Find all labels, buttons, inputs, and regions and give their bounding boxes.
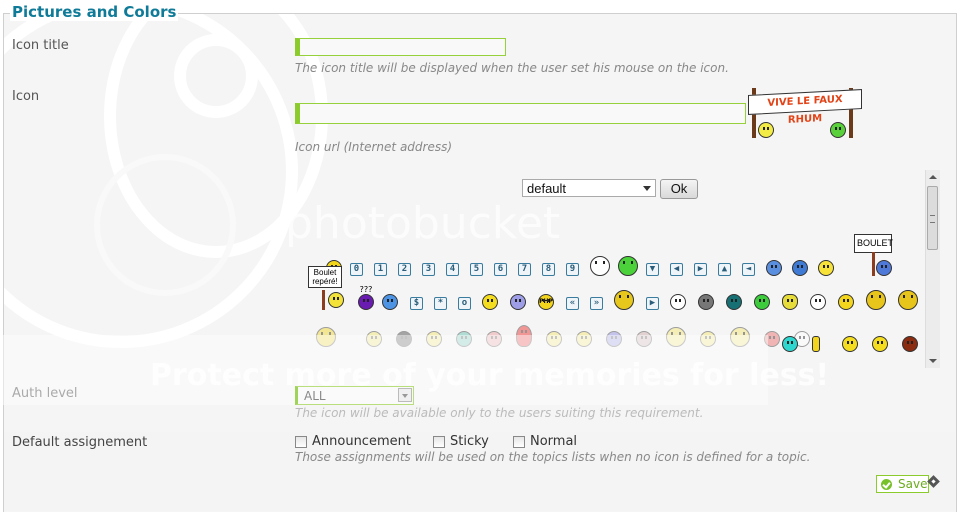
- auth-level-value: ALL: [304, 389, 326, 403]
- chevron-down-icon: [643, 186, 651, 191]
- icon-title-hint: The icon title will be displayed when th…: [295, 61, 729, 75]
- cool-smiley-icon[interactable]: [382, 294, 398, 310]
- pill-smiley-icon[interactable]: [812, 336, 820, 352]
- check-circle-icon: [881, 478, 892, 490]
- teal-smiley-icon[interactable]: [726, 294, 742, 310]
- grin-green-smiley-icon[interactable]: [754, 294, 770, 310]
- chevron-down-icon: [398, 388, 412, 402]
- forward-square-icon[interactable]: »: [590, 297, 603, 310]
- album-select-value: default: [527, 181, 567, 196]
- play-square-icon[interactable]: ▶: [646, 297, 659, 310]
- ok-button[interactable]: Ok: [660, 179, 698, 199]
- smiley-icon: [830, 122, 846, 138]
- background-swirl: [174, 34, 258, 118]
- boulet-sign: BOULET: [854, 234, 893, 253]
- neutral-smiley-icon[interactable]: [842, 336, 858, 352]
- assignment-hint: Those assignments will be used on the to…: [295, 450, 811, 464]
- announcement-checkbox[interactable]: [295, 436, 307, 448]
- icon-preview-image: VIVE LE FAUX RHUM: [746, 86, 866, 142]
- circle-square-icon[interactable]: o: [458, 297, 471, 310]
- shades-smiley-icon[interactable]: [872, 336, 888, 352]
- normal-checkbox[interactable]: [513, 436, 525, 448]
- confused-smiley-icon[interactable]: ???: [358, 286, 374, 310]
- icon-title-input[interactable]: [295, 38, 506, 56]
- save-label: Save: [898, 477, 928, 491]
- sign-line-1: Boulet: [313, 268, 337, 277]
- icon-title-label: Icon title: [12, 38, 69, 53]
- bunny-smiley-icon[interactable]: [810, 294, 826, 310]
- arrow-left-smiley-icon[interactable]: [898, 290, 918, 310]
- save-button[interactable]: Save: [876, 475, 929, 493]
- eyes-smiley-icon[interactable]: [670, 294, 686, 310]
- brown-smiley-icon[interactable]: [902, 336, 918, 352]
- sign-line-2: repéré!: [312, 277, 338, 286]
- picker-scrollbar[interactable]: [925, 170, 940, 368]
- boulet-repere-sign: Boulet repéré!: [308, 266, 342, 288]
- grin-grey-smiley-icon[interactable]: [698, 294, 714, 310]
- smiley-row-2: Boulet repéré! ??? $ * o PHP « » ▶: [308, 266, 926, 310]
- album-select[interactable]: default: [522, 179, 656, 197]
- icon-label: Icon: [12, 89, 40, 104]
- normal-label: Normal: [530, 434, 578, 449]
- grip-icon: [930, 215, 935, 223]
- scroll-thumb[interactable]: [927, 186, 938, 250]
- auth-level-select[interactable]: ALL: [295, 386, 414, 405]
- auth-level-label: Auth level: [12, 386, 78, 401]
- icon-url-input[interactable]: [295, 103, 746, 124]
- sticky-checkbox[interactable]: [433, 436, 445, 448]
- arrow-right-smiley-icon[interactable]: [838, 294, 854, 310]
- rewind-square-icon[interactable]: «: [566, 297, 579, 310]
- smiley-row-3-right: [782, 336, 926, 352]
- bubbles-smiley-icon[interactable]: [482, 294, 498, 310]
- banner-text: VIVE LE FAUX RHUM: [748, 89, 862, 126]
- arrow-down-smiley-icon[interactable]: [866, 290, 886, 310]
- watermark-text: Protect more of your memories for less!: [150, 358, 830, 393]
- php-smiley-icon[interactable]: PHP: [538, 294, 554, 310]
- icon-url-hint: Icon url (Internet address): [295, 140, 453, 154]
- background-swirl: [94, 154, 236, 296]
- smiley-icon: [758, 122, 774, 138]
- announcement-label: Announcement: [312, 434, 411, 449]
- auth-level-hint: The icon will be available only to the u…: [295, 406, 704, 420]
- section-title: Pictures and Colors: [10, 3, 179, 21]
- dollar-square-icon[interactable]: $: [410, 297, 423, 310]
- scroll-up-icon[interactable]: [929, 175, 937, 179]
- smiley-icon: [358, 294, 374, 310]
- question-marks: ???: [359, 285, 373, 294]
- star-square-icon[interactable]: *: [434, 297, 447, 310]
- bandit-smiley-icon[interactable]: [614, 290, 634, 310]
- boulet-repere-smiley-icon[interactable]: Boulet repéré!: [308, 266, 348, 310]
- default-assignment-label: Default assignement: [12, 435, 148, 450]
- heart-smiley-icon[interactable]: [782, 294, 798, 310]
- cyan-smiley-icon[interactable]: [782, 336, 798, 352]
- scroll-down-icon[interactable]: [929, 359, 937, 363]
- smiley-icon: [328, 292, 344, 308]
- geek-smiley-icon[interactable]: [510, 294, 526, 310]
- sticky-label: Sticky: [450, 434, 489, 449]
